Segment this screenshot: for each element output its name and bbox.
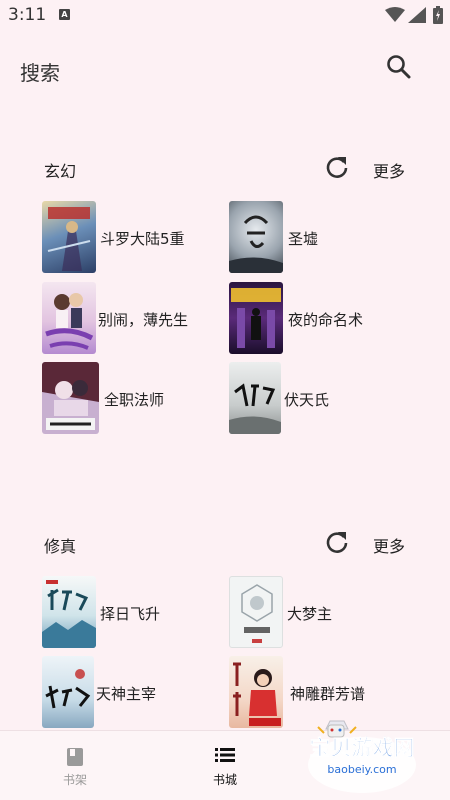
section-header-xuanhuan: 玄幻 更多 xyxy=(0,150,450,186)
refresh-icon xyxy=(326,157,348,178)
book-item[interactable]: 天神主宰 xyxy=(42,656,232,730)
book-title: 夜的命名术 xyxy=(288,311,364,329)
book-cover xyxy=(42,362,99,434)
book-title: 大梦主 xyxy=(287,605,333,623)
wifi-icon xyxy=(385,7,405,22)
book-item[interactable]: 斗罗大陆5重 xyxy=(42,201,232,275)
status-bar: 3:11 A xyxy=(0,0,450,30)
section-title: 修真 xyxy=(44,537,77,556)
svg-text:baobeiy.com: baobeiy.com xyxy=(327,763,396,776)
book-cover xyxy=(42,282,96,354)
nav-item-bookshelf[interactable]: 书架 xyxy=(15,731,135,800)
book-item[interactable]: 别闹，薄先生 xyxy=(42,282,232,356)
nav-label: 书城 xyxy=(212,773,237,787)
book-title: 择日飞升 xyxy=(100,605,161,623)
signal-icon xyxy=(408,7,426,23)
nav-label: 书架 xyxy=(62,773,87,787)
book-title: 斗罗大陆5重 xyxy=(100,230,185,248)
svg-text:宝贝游戏网: 宝贝游戏网 xyxy=(310,736,415,760)
status-time: 3:11 xyxy=(8,5,47,25)
book-title: 全职法师 xyxy=(104,391,165,409)
book-title: 神雕群芳谱 xyxy=(290,685,366,703)
refresh-button[interactable] xyxy=(324,529,350,555)
refresh-button[interactable] xyxy=(324,154,350,180)
book-item[interactable]: 全职法师 xyxy=(42,362,232,436)
watermark-logo: 宝贝游戏网 baobeiy.com xyxy=(300,715,420,795)
notification-icon: A xyxy=(59,9,70,20)
book-title: 别闹，薄先生 xyxy=(98,311,189,329)
book-title: 圣墟 xyxy=(288,230,319,248)
book-title: 天神主宰 xyxy=(96,685,157,703)
search-icon xyxy=(387,55,411,79)
app-bar: 搜索 xyxy=(0,30,450,104)
book-cover xyxy=(229,576,283,648)
search-button[interactable] xyxy=(384,52,414,82)
book-item[interactable]: 伏天氏 xyxy=(229,362,419,436)
nav-item-bookstore[interactable]: 书城 xyxy=(165,731,285,800)
book-item[interactable]: 圣墟 xyxy=(229,201,419,275)
book-cover xyxy=(229,201,283,273)
book-cover xyxy=(229,656,283,728)
book-title: 伏天氏 xyxy=(284,391,330,409)
book-cover xyxy=(42,201,96,273)
more-button[interactable]: 更多 xyxy=(373,158,405,182)
book-item[interactable]: 夜的命名术 xyxy=(229,282,419,356)
refresh-icon xyxy=(326,532,348,553)
book-cover xyxy=(42,656,94,728)
more-button[interactable]: 更多 xyxy=(373,533,405,557)
book-cover xyxy=(42,576,96,648)
book-cover xyxy=(229,282,283,354)
battery-icon xyxy=(433,6,443,24)
book-item[interactable]: 大梦主 xyxy=(229,576,419,650)
list-icon xyxy=(215,748,235,762)
book-cover xyxy=(229,362,281,434)
section-title: 玄幻 xyxy=(44,162,77,181)
book-item[interactable]: 择日飞升 xyxy=(42,576,232,650)
book-icon xyxy=(67,748,83,766)
page-title: 搜索 xyxy=(20,61,60,85)
section-header-xiuzhen: 修真 更多 xyxy=(0,525,450,561)
